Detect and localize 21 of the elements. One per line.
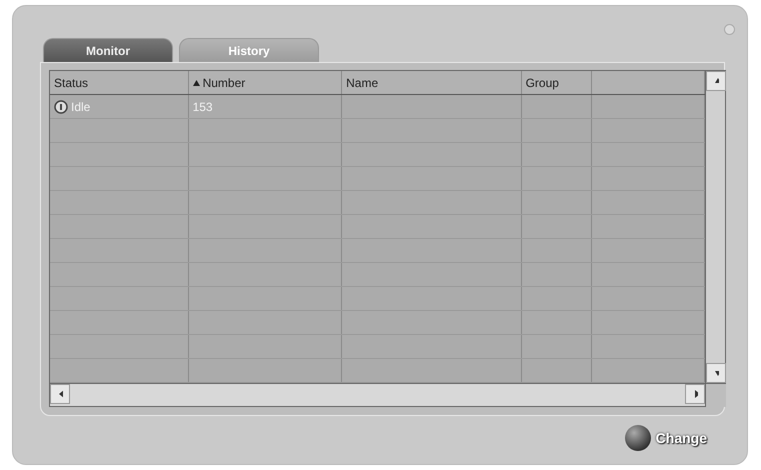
triangle-icon — [57, 389, 63, 399]
scroll-down-button[interactable] — [706, 363, 726, 383]
column-header[interactable]: Name — [342, 71, 522, 94]
scroll-right-button[interactable] — [685, 384, 705, 404]
column-header[interactable]: Number — [188, 71, 342, 94]
vertical-scrollbar[interactable] — [706, 70, 726, 384]
table-cell: 153 — [188, 95, 342, 118]
scroll-up-button[interactable] — [706, 71, 726, 91]
triangle-icon — [713, 368, 719, 378]
table-cell: Idle — [50, 95, 189, 118]
column-header[interactable]: Status — [50, 71, 189, 94]
status-icon — [54, 100, 68, 114]
column-header[interactable]: Group — [522, 71, 592, 94]
tab[interactable]: Monitor — [43, 38, 173, 62]
sort-arrow-icon — [192, 80, 200, 86]
horizontal-scrollbar[interactable] — [49, 384, 706, 407]
knob-icon — [724, 24, 735, 35]
triangle-icon — [713, 76, 719, 86]
scroll-left-button[interactable] — [50, 384, 70, 404]
sphere-icon — [624, 424, 652, 452]
triangle-icon — [692, 389, 698, 399]
